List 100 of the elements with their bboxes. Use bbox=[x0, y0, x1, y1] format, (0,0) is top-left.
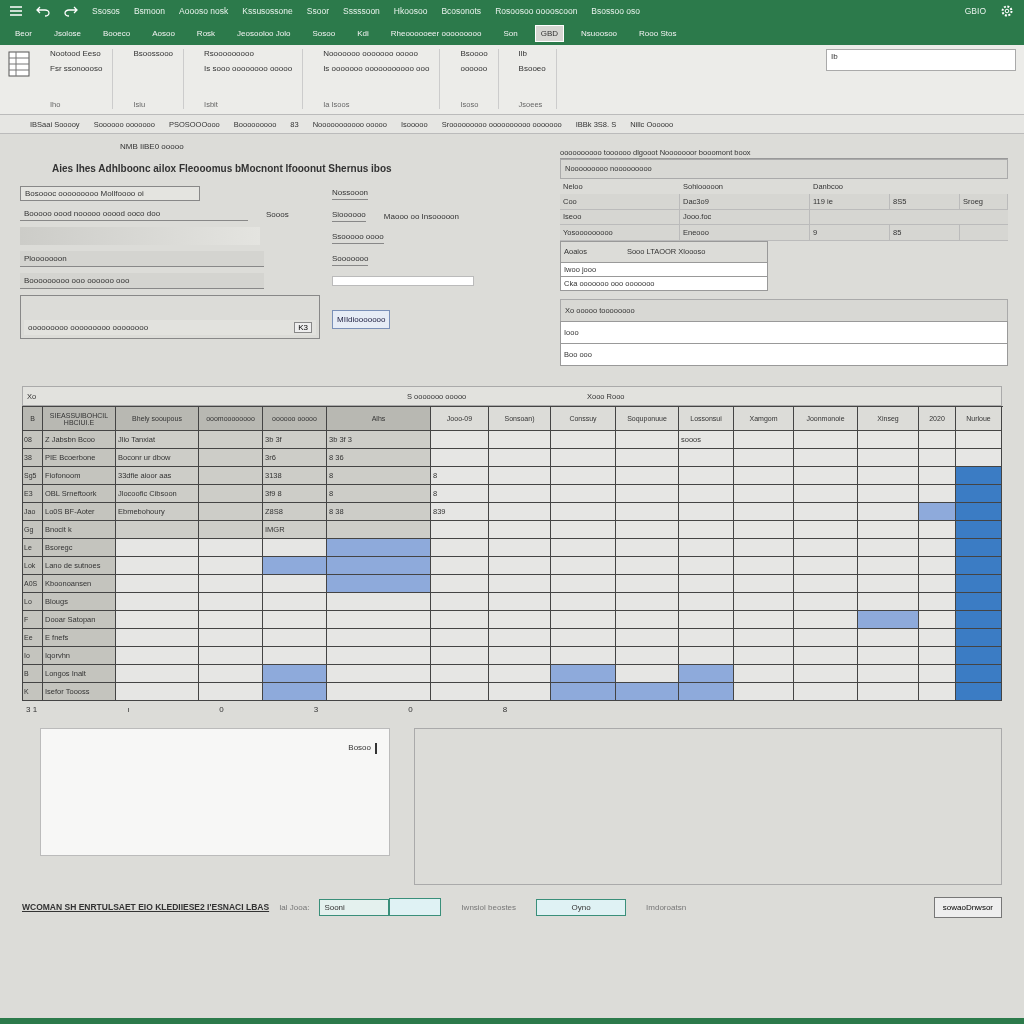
table-cell[interactable] bbox=[199, 665, 263, 683]
table-cell[interactable] bbox=[327, 611, 431, 629]
status-input[interactable] bbox=[389, 898, 442, 916]
table-cell[interactable] bbox=[734, 611, 794, 629]
table-cell[interactable] bbox=[734, 629, 794, 647]
table-cell[interactable] bbox=[858, 665, 919, 683]
table-cell[interactable] bbox=[858, 647, 919, 665]
table-cell[interactable] bbox=[679, 467, 734, 485]
table-cell[interactable] bbox=[551, 647, 616, 665]
table-cell[interactable] bbox=[327, 539, 431, 557]
table-cell[interactable] bbox=[616, 557, 679, 575]
ribbon-tab[interactable]: Son bbox=[498, 26, 523, 41]
status-field[interactable]: Sooni bbox=[319, 898, 390, 916]
table-cell[interactable] bbox=[116, 593, 199, 611]
table-cell[interactable] bbox=[616, 503, 679, 521]
table-cell[interactable] bbox=[199, 503, 263, 521]
table-cell[interactable] bbox=[794, 557, 858, 575]
table-cell[interactable] bbox=[551, 665, 616, 683]
status-field[interactable]: Oyno bbox=[536, 898, 627, 916]
table-cell[interactable] bbox=[431, 593, 489, 611]
table-cell[interactable] bbox=[551, 557, 616, 575]
ribbon-tab[interactable]: Kdi bbox=[352, 26, 374, 41]
table-cell[interactable] bbox=[551, 521, 616, 539]
table-cell[interactable] bbox=[199, 449, 263, 467]
table-cell[interactable] bbox=[199, 575, 263, 593]
table-cell[interactable] bbox=[734, 485, 794, 503]
redo-icon[interactable] bbox=[64, 5, 78, 17]
ribbon-command[interactable]: oooooo bbox=[460, 64, 488, 73]
table-cell[interactable] bbox=[489, 665, 551, 683]
menu-item[interactable]: Bsossoo oso bbox=[591, 6, 641, 16]
table-cell[interactable] bbox=[919, 665, 956, 683]
ribbon-command[interactable]: Nootood Eeso bbox=[50, 49, 103, 58]
table-cell[interactable] bbox=[919, 683, 956, 701]
table-cell[interactable] bbox=[679, 647, 734, 665]
table-cell[interactable] bbox=[794, 575, 858, 593]
table-cell[interactable] bbox=[263, 683, 327, 701]
undo-icon[interactable] bbox=[36, 5, 50, 17]
table-cell[interactable] bbox=[263, 557, 327, 575]
table-cell[interactable] bbox=[616, 539, 679, 557]
ribbon-command[interactable]: Ilb bbox=[518, 49, 546, 58]
table-cell[interactable] bbox=[734, 575, 794, 593]
table-cell[interactable] bbox=[263, 647, 327, 665]
table-cell[interactable] bbox=[956, 467, 1002, 485]
table-cell[interactable] bbox=[679, 575, 734, 593]
table-cell[interactable] bbox=[919, 431, 956, 449]
text-field[interactable]: Bosoooc ooooooooo Mollfoooo oi bbox=[20, 186, 200, 201]
menu-item[interactable]: Rosoosoo ooooscoon bbox=[495, 6, 578, 16]
table-cell[interactable] bbox=[551, 449, 616, 467]
table-cell[interactable] bbox=[956, 611, 1002, 629]
table-cell[interactable] bbox=[858, 557, 919, 575]
table-cell[interactable] bbox=[489, 485, 551, 503]
table-cell[interactable] bbox=[616, 593, 679, 611]
table-cell[interactable] bbox=[551, 539, 616, 557]
table-cell[interactable] bbox=[263, 611, 327, 629]
table-cell[interactable] bbox=[199, 683, 263, 701]
ribbon-tab[interactable]: GBD bbox=[534, 25, 565, 42]
ribbon-input-field[interactable]: Ib bbox=[826, 49, 1016, 71]
table-cell[interactable] bbox=[734, 431, 794, 449]
ribbon-tab[interactable]: Aosoo bbox=[147, 26, 180, 41]
table-cell[interactable] bbox=[734, 467, 794, 485]
table-cell[interactable] bbox=[116, 575, 199, 593]
table-cell[interactable] bbox=[551, 611, 616, 629]
table-cell[interactable] bbox=[794, 521, 858, 539]
table-cell[interactable] bbox=[489, 629, 551, 647]
table-cell[interactable] bbox=[858, 521, 919, 539]
table-cell[interactable] bbox=[327, 557, 431, 575]
menu-item[interactable]: Sssssoon bbox=[343, 6, 380, 16]
action-button[interactable]: MIIdiooooooo bbox=[332, 310, 391, 329]
table-cell[interactable] bbox=[794, 611, 858, 629]
table-cell[interactable] bbox=[919, 557, 956, 575]
table-cell[interactable] bbox=[858, 629, 919, 647]
table-cell[interactable] bbox=[327, 629, 431, 647]
table-cell[interactable] bbox=[858, 503, 919, 521]
table-cell[interactable] bbox=[263, 593, 327, 611]
ribbon-tab[interactable]: Jeosooloo Jolo bbox=[232, 26, 296, 41]
table-cell[interactable] bbox=[199, 611, 263, 629]
table-cell[interactable] bbox=[919, 503, 956, 521]
ribbon-command[interactable]: Rsooooooooo bbox=[204, 49, 293, 58]
table-cell[interactable] bbox=[956, 539, 1002, 557]
table-cell[interactable] bbox=[489, 575, 551, 593]
table-cell[interactable] bbox=[679, 611, 734, 629]
menu-item[interactable]: Aoooso nosk bbox=[179, 6, 229, 16]
table-cell[interactable] bbox=[734, 647, 794, 665]
table-cell[interactable] bbox=[199, 647, 263, 665]
table-cell[interactable] bbox=[919, 629, 956, 647]
ribbon-tab[interactable]: Rheoooooeer ooooooooo bbox=[385, 26, 487, 41]
table-cell[interactable] bbox=[327, 521, 431, 539]
table-cell[interactable] bbox=[956, 575, 1002, 593]
table-cell[interactable] bbox=[116, 665, 199, 683]
menu-item[interactable]: Bsmoon bbox=[133, 6, 166, 16]
ribbon-tab[interactable]: Sosoo bbox=[307, 26, 341, 41]
text-field[interactable]: Plooooooon bbox=[20, 251, 264, 267]
table-cell[interactable] bbox=[919, 521, 956, 539]
table-cell[interactable] bbox=[263, 575, 327, 593]
table-icon[interactable] bbox=[8, 51, 30, 77]
table-cell[interactable] bbox=[858, 467, 919, 485]
table-cell[interactable] bbox=[919, 575, 956, 593]
ribbon-tab[interactable]: Booeco bbox=[98, 26, 136, 41]
text-field[interactable]: Booooooooo ooo oooooo ooo bbox=[20, 273, 264, 289]
menu-icon[interactable] bbox=[10, 6, 22, 16]
